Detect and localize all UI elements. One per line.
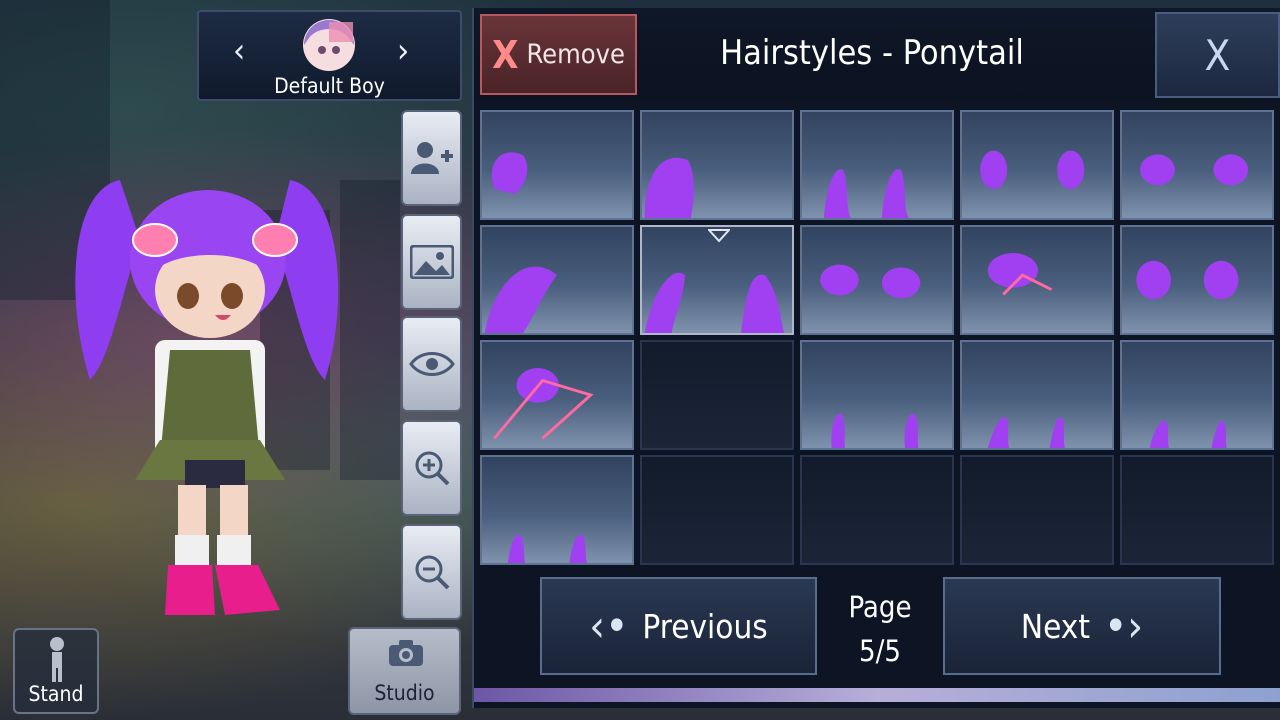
hairstyle-item[interactable] (960, 340, 1114, 450)
hairstyle-thumbnail (987, 253, 1053, 296)
page-label: Page (848, 590, 912, 624)
add-character-button[interactable] (401, 110, 462, 206)
empty-slot (640, 340, 794, 450)
hairstyle-thumbnail (987, 417, 1065, 448)
bottom-accent-bar (474, 688, 1280, 702)
hairstyle-thumbnail (1140, 154, 1249, 186)
hairstyle-item[interactable] (480, 455, 634, 565)
hairstyle-thumbnail (644, 157, 694, 218)
pose-icon (50, 637, 64, 682)
studio-button[interactable]: Studio (348, 627, 461, 715)
empty-slot (1120, 455, 1274, 565)
previous-button[interactable]: ‹• Previous (540, 577, 817, 675)
background-button[interactable] (401, 214, 462, 310)
hairstyle-item[interactable] (1120, 110, 1274, 220)
hairstyle-thumbnail (484, 266, 557, 333)
character-selector: ‹ › Default Boy (197, 10, 462, 101)
hairstyle-thumbnail (507, 534, 587, 563)
hairstyle-item[interactable] (640, 225, 794, 335)
image-icon (409, 245, 454, 279)
chevron-left-icon: ‹• (589, 600, 629, 652)
hairstyle-grid (480, 110, 1276, 566)
empty-slot (800, 455, 954, 565)
next-label: Next (1020, 606, 1090, 646)
page-indicator: Page 5/5 (830, 585, 930, 673)
panel-title: Hairstyles - Ponytail (720, 33, 1024, 73)
hairstyle-item[interactable] (1120, 340, 1274, 450)
hairstyle-thumbnail (831, 413, 919, 448)
studio-label: Studio (374, 681, 435, 705)
hairstyle-thumbnail (1149, 420, 1227, 448)
hairstyle-thumbnail (980, 150, 1085, 190)
character-preview[interactable] (60, 150, 360, 630)
remove-x-icon: X (492, 32, 519, 77)
hairstyle-item[interactable] (480, 340, 634, 450)
hairstyle-thumbnail (493, 368, 594, 440)
next-button[interactable]: Next •› (943, 577, 1221, 675)
chevron-left-icon[interactable]: ‹ (233, 34, 245, 68)
zoom-out-icon (415, 555, 449, 590)
hairstyle-item[interactable] (800, 225, 954, 335)
previous-label: Previous (642, 606, 768, 646)
avatar (303, 19, 355, 71)
hairstyle-item[interactable] (480, 110, 634, 220)
camera-icon (389, 640, 423, 666)
zoom-in-button[interactable] (401, 420, 462, 516)
zoom-in-icon (415, 451, 449, 486)
add-person-icon (410, 142, 453, 174)
hairstyle-thumbnail (491, 152, 528, 194)
visibility-button[interactable] (401, 316, 462, 412)
remove-label: Remove (526, 39, 625, 70)
close-icon: X (1204, 30, 1231, 80)
close-button[interactable]: X (1155, 12, 1280, 98)
page-value: 5/5 (859, 634, 901, 668)
hairstyle-item[interactable] (800, 340, 954, 450)
chevron-right-icon[interactable]: › (397, 34, 409, 68)
empty-slot (960, 455, 1114, 565)
hairstyle-thumbnail (1136, 260, 1239, 300)
eye-icon (408, 352, 455, 376)
stand-button[interactable]: Stand (13, 628, 99, 714)
hairstyle-item[interactable] (480, 225, 634, 335)
hairstyle-item[interactable] (640, 110, 794, 220)
selected-marker-icon (708, 229, 730, 243)
stand-label: Stand (28, 682, 84, 706)
hairstyle-item[interactable] (960, 225, 1114, 335)
character-name: Default Boy (274, 74, 385, 98)
remove-button[interactable]: X Remove (480, 14, 637, 95)
hairstyle-item[interactable] (1120, 225, 1274, 335)
hairstyle-thumbnail (824, 169, 909, 218)
hairstyle-thumbnail (820, 264, 921, 299)
hairstyle-item[interactable] (960, 110, 1114, 220)
hairstyle-item[interactable] (800, 110, 954, 220)
zoom-out-button[interactable] (401, 524, 462, 620)
empty-slot (640, 455, 794, 565)
chevron-right-icon: •› (1103, 600, 1144, 652)
